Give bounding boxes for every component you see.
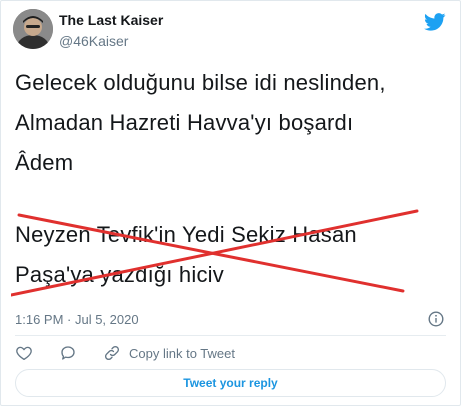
tweet-text: Gelecek olduğunu bilse idi neslinden, Al… (15, 63, 447, 295)
author-handle[interactable]: @46Kaiser (59, 33, 128, 49)
copy-link-button[interactable]: Copy link to Tweet (103, 344, 235, 362)
divider (15, 335, 446, 336)
tweet-line: Almadan Hazreti Havva'yı boşardı (15, 110, 354, 135)
tweet-reply-button[interactable]: Tweet your reply (15, 369, 446, 397)
avatar-image (13, 9, 53, 49)
tweet-card: The Last Kaiser @46Kaiser Gelecek olduğu… (0, 0, 461, 406)
comment-icon[interactable] (59, 344, 77, 362)
author-display-name[interactable]: The Last Kaiser (59, 12, 163, 28)
reply-label: Tweet your reply (183, 376, 278, 390)
link-icon (104, 345, 120, 361)
tweet-actions: Copy link to Tweet (15, 343, 235, 363)
info-icon[interactable] (428, 311, 444, 327)
tweet-line: Neyzen Tevfik'in Yedi Sekiz Hasan (15, 222, 357, 247)
tweet-line: Gelecek olduğunu bilse idi neslinden, (15, 70, 386, 95)
avatar[interactable] (13, 9, 53, 49)
twitter-bird-icon[interactable] (424, 13, 446, 31)
tweet-timestamp[interactable]: 1:16 PM · Jul 5, 2020 (15, 312, 139, 327)
tweet-line: Paşa'ya yazdığı hiciv (15, 262, 224, 287)
copy-link-label: Copy link to Tweet (129, 345, 235, 361)
heart-icon[interactable] (15, 344, 33, 362)
tweet-line: Âdem (15, 150, 74, 175)
